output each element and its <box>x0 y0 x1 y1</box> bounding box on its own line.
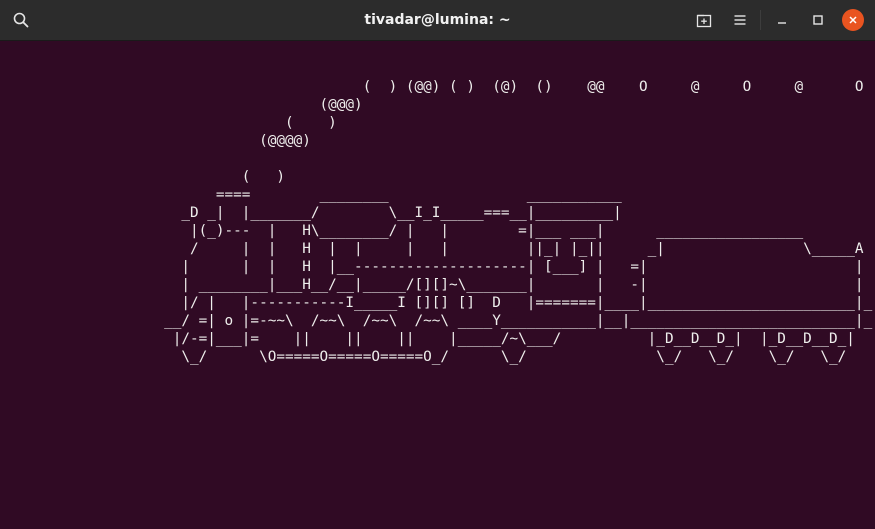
ascii-line: \_/ \O=====O=====O=====O_/ \_/ \_/ \_/ \… <box>0 349 847 365</box>
ascii-line: ( ) <box>0 115 337 131</box>
menu-button[interactable] <box>727 7 753 33</box>
steam-locomotive-ascii-art: ( ) (@@) ( ) (@) () @@ O @ O @ O (@@@) (… <box>0 78 872 366</box>
maximize-icon <box>813 15 823 25</box>
ascii-line: _D _| |_______/ \__I_I_____===__|_______… <box>0 205 622 221</box>
hamburger-menu-icon <box>734 15 746 25</box>
ascii-line: |(_)--- | H\________/ | | =|___ ___| ___… <box>0 223 804 239</box>
maximize-button[interactable] <box>805 7 831 33</box>
minimize-button[interactable] <box>769 7 795 33</box>
titlebar-separator <box>760 10 761 30</box>
close-icon <box>849 16 857 24</box>
search-button[interactable] <box>8 7 34 33</box>
new-tab-button[interactable] <box>691 7 717 33</box>
terminal-output[interactable]: ( ) (@@) ( ) (@) () @@ O @ O @ O (@@@) (… <box>0 41 875 529</box>
ascii-line: (@@@) <box>0 97 363 113</box>
ascii-line: __/ =| o |=-~~\ /~~\ /~~\ /~~\ ____Y____… <box>0 313 873 329</box>
ascii-line: |/ | |-----------I_____I [][] [] D |====… <box>0 295 873 311</box>
ascii-line: ( ) (@@) ( ) (@) () @@ O @ O @ O <box>0 79 864 95</box>
title-bar: tivadar@lumina: ~ <box>0 0 875 41</box>
ascii-line: ==== ________ ___________ <box>0 187 622 203</box>
terminal-window: tivadar@lumina: ~ () (@@) () (@) () @@… <box>0 0 875 529</box>
ascii-line: | ________|___H__/__|_____/[][]~\_______… <box>0 277 864 293</box>
ascii-line: / | | H | | | | ||_| |_|| _| \_____A <box>0 241 864 257</box>
close-button[interactable] <box>840 7 866 33</box>
minimize-icon <box>778 22 786 24</box>
ascii-line: | | | H |__--------------------| [___] |… <box>0 259 864 275</box>
close-button-circle <box>842 9 864 31</box>
ascii-line: ( ) <box>0 169 285 185</box>
ascii-line <box>0 150 872 168</box>
ascii-line: |/-=|___|= || || || |_____/~\___/ |_D__D… <box>0 331 855 347</box>
search-icon <box>13 12 29 28</box>
ascii-line: (@@@@) <box>0 133 311 149</box>
new-tab-icon <box>696 14 712 28</box>
